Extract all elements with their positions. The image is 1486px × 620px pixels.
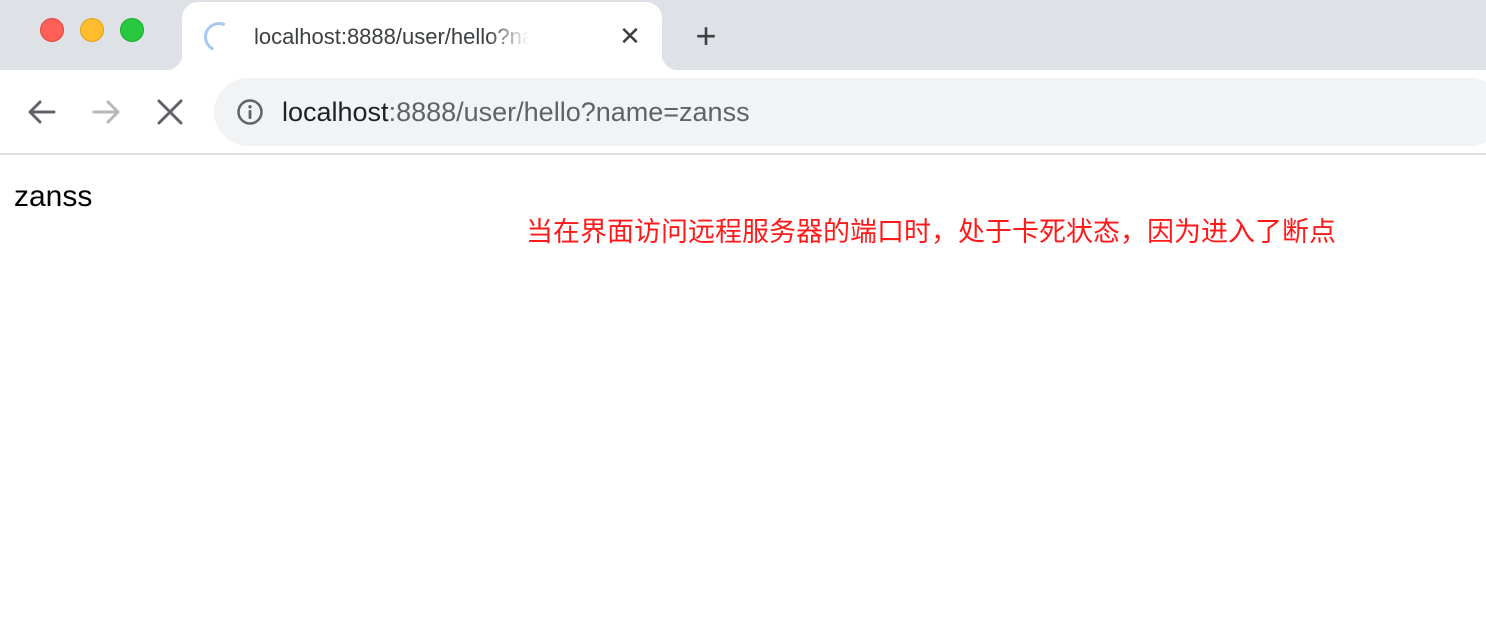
annotation-text: 当在界面访问远程服务器的端口时，处于卡死状态，因为进入了断点 — [526, 217, 1336, 248]
url-host: localhost — [282, 97, 389, 127]
info-icon[interactable] — [236, 98, 264, 126]
browser-toolbar: localhost:8888/user/hello?name=zanss — [0, 70, 1486, 155]
tab-strip: localhost:8888/user/hello?name=zanss ✕ + — [0, 0, 1486, 70]
address-bar[interactable]: localhost:8888/user/hello?name=zanss — [214, 78, 1486, 146]
window-close-button[interactable] — [40, 18, 64, 42]
loading-spinner-icon — [199, 17, 239, 57]
back-arrow-icon[interactable] — [24, 94, 60, 130]
window-minimize-button[interactable] — [80, 18, 104, 42]
browser-tab[interactable]: localhost:8888/user/hello?name=zanss ✕ — [166, 2, 678, 70]
page-content: zanss 当在界面访问远程服务器的端口时，处于卡死状态，因为进入了断点 — [0, 157, 1486, 620]
tab-title: localhost:8888/user/hello?name=zanss — [254, 24, 529, 49]
stop-loading-icon[interactable] — [152, 94, 188, 130]
url-text[interactable]: localhost:8888/user/hello?name=zanss — [282, 94, 750, 130]
url-path: :8888/user/hello?name=zanss — [388, 97, 750, 127]
window-maximize-button[interactable] — [120, 18, 144, 42]
page-body-text: zanss — [14, 180, 93, 213]
forward-arrow-icon[interactable] — [88, 94, 124, 130]
tab-close-icon[interactable]: ✕ — [618, 23, 642, 49]
new-tab-plus-icon[interactable]: + — [690, 18, 722, 54]
